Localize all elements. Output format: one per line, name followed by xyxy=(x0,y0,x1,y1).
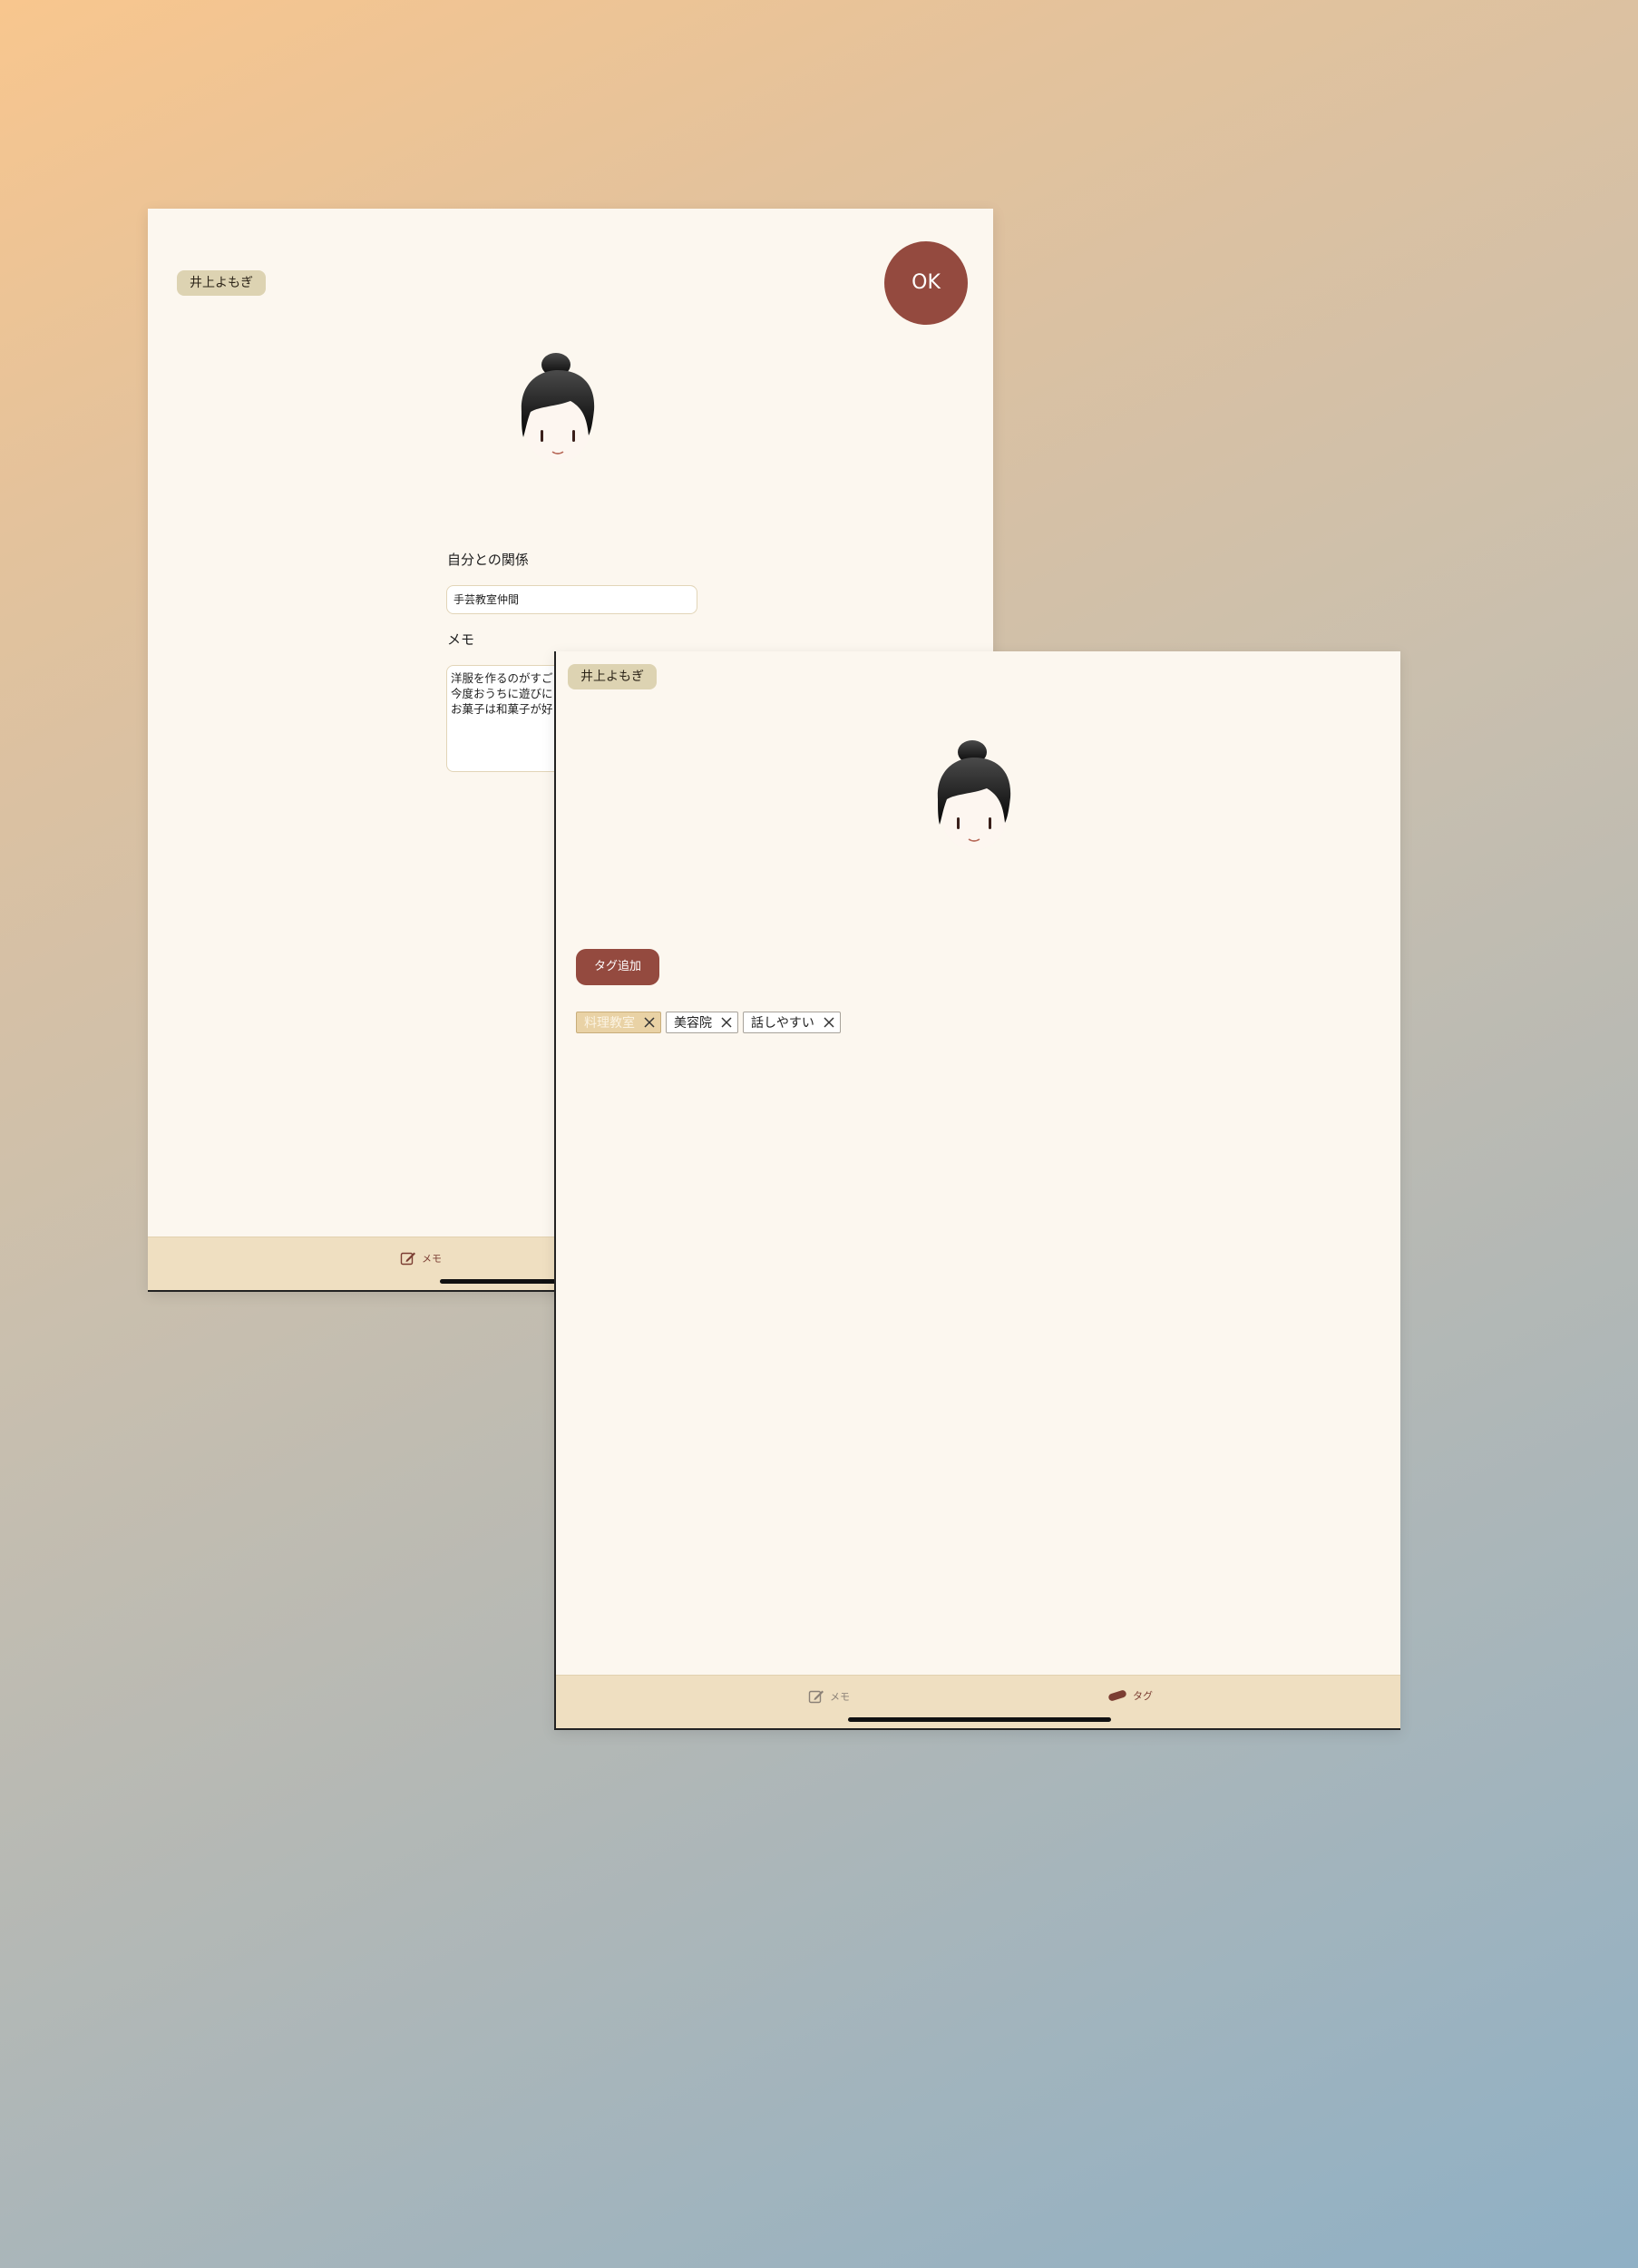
tab-memo[interactable]: メモ xyxy=(400,1250,442,1266)
name-chip: 井上よもぎ xyxy=(568,664,657,689)
pencil-square-icon xyxy=(400,1252,415,1266)
close-icon[interactable] xyxy=(721,1017,732,1028)
close-icon[interactable] xyxy=(824,1017,834,1028)
tag-label: 美容院 xyxy=(674,1016,712,1031)
avatar xyxy=(521,353,595,463)
tag-label: 話しやすい xyxy=(751,1016,814,1031)
name-chip: 井上よもぎ xyxy=(177,270,266,296)
tag-screen: 井上よもぎ タグ追加 料理教室 美容院 話しやすい メモ タグ xyxy=(554,651,1400,1730)
tab-memo-label: メモ xyxy=(830,1691,850,1703)
tab-tag[interactable]: タグ xyxy=(1107,1688,1153,1703)
tab-tag-label: タグ xyxy=(1133,1690,1153,1702)
relation-label: 自分との関係 xyxy=(447,552,529,568)
tab-memo[interactable]: メモ xyxy=(808,1688,850,1705)
tag-add-button[interactable]: タグ追加 xyxy=(576,949,659,985)
avatar xyxy=(937,740,1011,850)
close-icon[interactable] xyxy=(644,1017,655,1028)
memo-label: メモ xyxy=(447,631,475,648)
relation-input[interactable]: 手芸教室仲間 xyxy=(446,585,697,614)
pencil-square-icon xyxy=(808,1690,824,1704)
tag-chip[interactable]: 料理教室 xyxy=(576,1012,661,1033)
ok-button[interactable]: OK xyxy=(884,241,968,325)
tab-bar: メモ タグ xyxy=(556,1675,1400,1728)
tag-chip[interactable]: 話しやすい xyxy=(743,1012,841,1033)
home-indicator xyxy=(848,1717,1111,1722)
tag-list: 料理教室 美容院 話しやすい xyxy=(576,1012,841,1033)
tag-label: 料理教室 xyxy=(584,1016,635,1031)
tag-chip[interactable]: 美容院 xyxy=(666,1012,738,1033)
tab-memo-label: メモ xyxy=(422,1253,442,1265)
bandage-icon xyxy=(1108,1690,1126,1701)
